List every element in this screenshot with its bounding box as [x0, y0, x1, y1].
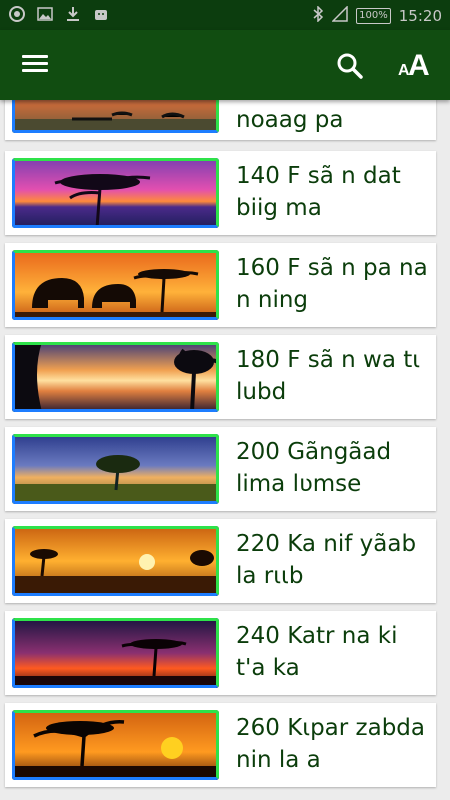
item-title: 240 Katr na ki t'a ka — [236, 623, 398, 681]
signal-icon — [331, 5, 348, 26]
item-title: 160 F sã n pa na n ning — [236, 255, 428, 313]
image-icon — [36, 5, 54, 23]
item-title: 260 Kιpar zabda nin la a — [236, 715, 425, 773]
list-item[interactable]: 240 Katr na ki t'a ka — [5, 611, 436, 695]
list-item[interactable]: 160 F sã n pa na n ning — [5, 243, 436, 327]
clock: 15:20 — [398, 7, 442, 25]
thumbnail-image — [12, 250, 219, 320]
notification-icons — [8, 5, 110, 23]
app-toolbar: A A — [0, 30, 450, 100]
thumbnail-image — [12, 526, 219, 596]
thumbnail-image — [12, 342, 219, 412]
app-notification-icon — [8, 5, 26, 23]
item-title: 220 Ka nif yãab la rιιb — [236, 531, 417, 589]
item-title: 200 Gãngãad lima lʋmse — [236, 439, 392, 497]
thumbnail-image — [12, 618, 219, 688]
bluetooth-icon — [312, 5, 324, 26]
search-button[interactable] — [334, 50, 366, 82]
search-icon — [337, 53, 363, 79]
item-title: 140 F sã n dat biig ma — [236, 163, 401, 221]
list-item[interactable]: 200 Gãngãad lima lʋmse — [5, 427, 436, 511]
list-item[interactable]: 180 F sã n wa tι lubd — [5, 335, 436, 419]
system-indicators: 100% 15:20 — [312, 5, 442, 26]
list-item[interactable]: 260 Kιpar zabda nin la a — [5, 703, 436, 787]
list-item[interactable]: 140 F sã n dat biig ma — [5, 151, 436, 235]
thumbnail-image — [12, 710, 219, 780]
hamburger-menu-button[interactable] — [20, 51, 50, 79]
item-title: noaag pa — [236, 107, 344, 133]
font-big-glyph: A — [408, 49, 430, 82]
song-list[interactable]: noaag pa 140 F sã n dat biig ma 160 F sã… — [0, 100, 450, 800]
status-bar: 100% 15:20 — [0, 0, 450, 30]
item-title: 180 F sã n wa tι lubd — [236, 347, 421, 405]
thumbnail-image — [12, 158, 219, 228]
thumbnail-image — [12, 434, 219, 504]
battery-indicator: 100% — [356, 8, 391, 24]
android-icon — [92, 5, 110, 23]
list-item[interactable]: 220 Ka nif yãab la rιιb — [5, 519, 436, 603]
download-icon — [64, 5, 82, 23]
thumbnail-image — [12, 100, 219, 133]
list-item[interactable]: noaag pa — [5, 100, 436, 140]
font-size-button[interactable]: A A — [394, 44, 438, 84]
